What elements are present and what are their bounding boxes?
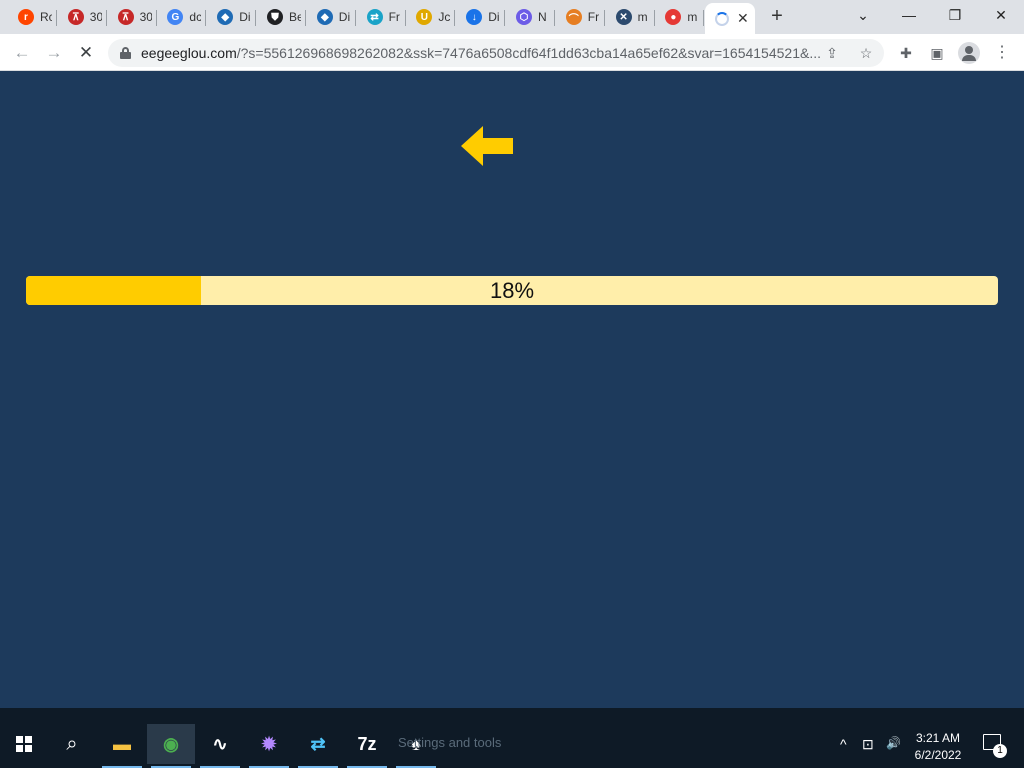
settings-and-tools-hint: Settings and tools — [398, 735, 502, 750]
search-button[interactable]: ⌕ — [48, 724, 96, 764]
tools-icon: ✕ — [615, 9, 632, 25]
restore-button[interactable]: ❐ — [941, 4, 969, 26]
tab-active[interactable]: ✕ — [705, 3, 755, 34]
browser-tab[interactable]: Gdc — [157, 3, 207, 31]
app-transfer-icon: ⇄ — [310, 733, 326, 754]
progress-bar: 18% — [26, 276, 998, 305]
chart-icon: ⊼ — [117, 9, 134, 25]
share-icon[interactable]: ⇪ — [822, 43, 842, 63]
tab-title: Rc — [40, 10, 52, 24]
lock-icon[interactable] — [120, 47, 131, 59]
chart-icon: ⊼ — [67, 9, 84, 25]
hexagon-icon: ⬡ — [516, 9, 532, 25]
browser-tab[interactable]: ⊼ 30 — [58, 3, 107, 31]
taskbar-app-button[interactable]: ◉ — [147, 724, 195, 768]
tab-search-button[interactable]: ⌄ — [849, 4, 877, 26]
tab-title: N — [538, 10, 547, 24]
download-icon: ↓ — [466, 9, 483, 25]
page-content: 18% — [0, 72, 1024, 708]
volume-icon[interactable]: 🔊 — [886, 736, 901, 750]
tab-title: 30 — [139, 10, 152, 24]
app-burst-icon: ✹ — [261, 733, 277, 754]
tab-title: Di — [488, 10, 500, 24]
taskbar-app-button[interactable]: ▬ — [98, 724, 146, 768]
close-tab-icon[interactable]: ✕ — [737, 10, 749, 27]
browser-tab[interactable]: ⬡ N — [506, 3, 555, 31]
browser-tab[interactable]: ◆ Di — [207, 3, 257, 31]
chrome-icon: ◉ — [163, 733, 179, 754]
tab-title: Fr — [388, 10, 400, 24]
windows-taskbar: ⌕ ▬ ◉ ∿ ✹ ⇄ 7z ♠ Settings and tools ^ ⊡ 🔊 3:21… — [0, 708, 1024, 768]
clock-time: 3:21 AM — [915, 731, 961, 745]
browser-tab[interactable]: r Rc — [8, 3, 57, 31]
tab-title: Jc — [438, 10, 451, 24]
browser-tab[interactable]: ⌒ Fr — [556, 3, 605, 31]
extensions-icon[interactable]: ✚ — [894, 41, 918, 65]
progress-label: 18% — [489, 278, 535, 303]
taskbar-app-button[interactable]: ∿ — [196, 724, 244, 768]
browser-tab[interactable]: ✕ m — [606, 3, 655, 31]
network-icon[interactable]: ⊡ — [862, 736, 874, 753]
taskbar-app-button[interactable]: ⇄ — [294, 724, 342, 768]
chrome-menu-icon[interactable]: ⋮ — [990, 41, 1014, 65]
browser-tab[interactable]: ◆ Di — [307, 3, 356, 31]
diamond-icon: ◆ — [217, 9, 234, 25]
browser-tab[interactable]: ● m — [655, 3, 705, 31]
loading-spinner-icon — [715, 11, 729, 26]
notification-count-badge: 1 — [993, 744, 1007, 758]
rainbow-icon: ⌒ — [565, 9, 582, 25]
browser-tab[interactable]: ⇄ Fr — [357, 3, 406, 31]
diamond-icon: ◆ — [316, 9, 333, 25]
tab-title: Di — [338, 10, 351, 24]
tab-title: Fr — [587, 10, 600, 24]
stop-loading-button[interactable]: ✕ — [74, 41, 98, 65]
tab-title: m — [637, 10, 648, 24]
profile-avatar[interactable] — [958, 42, 980, 64]
bookmark-star-icon[interactable]: ☆ — [856, 43, 876, 63]
magnet-icon: U — [416, 9, 433, 25]
tab-title: Be — [289, 10, 301, 24]
clock-date: 6/2/2022 — [914, 748, 962, 762]
file-explorer-icon: ▬ — [113, 733, 131, 754]
tab-title: dc — [189, 10, 202, 24]
browser-tab[interactable]: ⊼ 30 — [108, 3, 157, 31]
tab-title: Di — [239, 10, 251, 24]
app-wave-icon: ∿ — [212, 733, 228, 754]
badge-icon: ● — [665, 9, 682, 25]
shield-icon: ⛊ — [267, 9, 283, 25]
new-tab-button[interactable]: + — [766, 5, 788, 27]
forward-button[interactable]: → — [42, 41, 66, 65]
7zip-icon: 7z — [357, 733, 377, 754]
url-text[interactable]: eegeeglou.com/?s=556126968698262082&ssk=… — [141, 45, 831, 61]
search-icon: ⌕ — [66, 732, 78, 755]
minimize-button[interactable]: — — [895, 4, 923, 26]
arrow-left-icon — [461, 126, 513, 166]
back-button[interactable]: ← — [10, 41, 34, 65]
reddit-icon: r — [18, 9, 34, 25]
browser-tab[interactable]: U Jc — [406, 3, 456, 31]
close-window-button[interactable]: ✕ — [987, 4, 1015, 26]
taskbar-app-button[interactable]: ✹ — [245, 724, 293, 768]
browser-tab[interactable]: ⛊ Be — [257, 3, 306, 31]
tab-title: m — [687, 10, 698, 24]
taskbar-app-button[interactable]: 7z — [343, 724, 391, 768]
browser-tab[interactable]: ↓ Di — [456, 3, 506, 31]
windows-logo-icon — [16, 736, 32, 752]
transfer-icon: ⇄ — [366, 9, 383, 25]
side-panel-icon[interactable]: ▣ — [925, 41, 949, 65]
tab-strip: r Rc ⊼ 30 ⊼ 30 Gdc ◆ Di ⛊ Be ◆ Di ⇄ Fr U Jc ↓ Di ⬡ N ⌒ Fr ✕ m ● m … — [0, 0, 1024, 34]
google-icon: G — [167, 9, 184, 25]
system-clock[interactable]: 3:21 AM 6/2/2022 — [905, 730, 971, 764]
show-hidden-icons-button[interactable]: ^ — [840, 736, 847, 752]
browser-toolbar: ← → ✕ eegeeglou.com/?s=55612696869826208… — [0, 34, 1024, 71]
start-button[interactable] — [0, 724, 48, 764]
address-bar[interactable]: eegeeglou.com/?s=556126968698262082&ssk=… — [108, 39, 884, 67]
tab-title: 30 — [89, 10, 102, 24]
